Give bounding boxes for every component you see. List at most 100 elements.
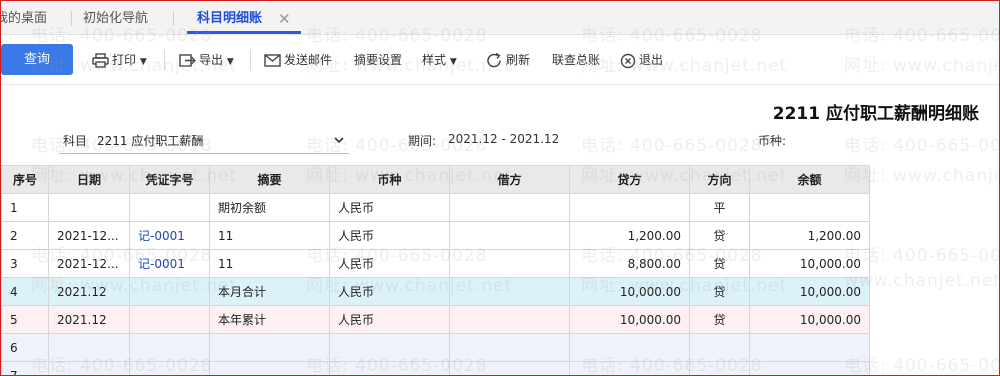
cell-debit bbox=[449, 277, 570, 306]
style-button[interactable]: 样式 ▼ bbox=[422, 50, 457, 70]
tab-subject-ledger[interactable]: 科目明细账 bbox=[197, 1, 262, 35]
cell-summary bbox=[209, 361, 330, 375]
refresh-icon bbox=[487, 53, 501, 68]
table-row[interactable]: 1 期初余额 人民币 平 bbox=[1, 193, 870, 222]
chevron-down-icon: ▼ bbox=[139, 57, 147, 67]
export-icon bbox=[179, 54, 196, 67]
tab-separator bbox=[173, 11, 174, 26]
cell-summary bbox=[209, 333, 330, 362]
cell-direction bbox=[689, 333, 750, 362]
cell-debit bbox=[449, 305, 570, 334]
cell-summary: 11 bbox=[209, 221, 330, 250]
close-icon[interactable]: ✕ bbox=[278, 10, 291, 28]
column-header[interactable]: 日期 bbox=[48, 165, 130, 194]
cell-direction: 贷 bbox=[689, 277, 750, 306]
cell-voucher bbox=[129, 361, 210, 375]
close-circle-icon bbox=[620, 53, 636, 68]
column-header[interactable]: 币种 bbox=[329, 165, 450, 194]
table-row[interactable]: 7 bbox=[1, 361, 870, 375]
tab-my-desktop[interactable]: 我的桌面 bbox=[1, 1, 47, 35]
refresh-button[interactable]: 刷新 bbox=[486, 50, 530, 70]
cell-currency: 人民币 bbox=[329, 305, 450, 334]
cell-no: 6 bbox=[1, 333, 49, 362]
cell-date: 2021-12... bbox=[48, 249, 130, 278]
cell-currency bbox=[329, 333, 450, 362]
cell-debit bbox=[449, 249, 570, 278]
table-row[interactable]: 2 2021-12... 记-0001 11 人民币 1,200.00 贷 1,… bbox=[1, 221, 870, 250]
cell-currency: 人民币 bbox=[329, 221, 450, 250]
query-button[interactable]: 查询 bbox=[1, 44, 73, 75]
table-row-year-total[interactable]: 5 2021.12 本年累计 人民币 10,000.00 贷 10,000.00 bbox=[1, 305, 870, 334]
exit-button[interactable]: 退出 bbox=[620, 50, 663, 70]
column-header[interactable]: 贷方 bbox=[569, 165, 690, 194]
mail-icon bbox=[264, 54, 281, 67]
cell-voucher[interactable] bbox=[129, 193, 210, 222]
export-button[interactable]: 导出 ▼ bbox=[179, 50, 234, 70]
tab-separator bbox=[71, 11, 72, 26]
cell-currency: 人民币 bbox=[329, 193, 450, 222]
table-row-month-total[interactable]: 4 2021.12 本月合计 人民币 10,000.00 贷 10,000.00 bbox=[1, 277, 870, 306]
cell-no: 1 bbox=[1, 193, 49, 222]
cell-summary: 本年累计 bbox=[209, 305, 330, 334]
cell-summary: 期初余额 bbox=[209, 193, 330, 222]
toolbar-divider bbox=[164, 50, 165, 70]
cell-currency bbox=[329, 361, 450, 375]
export-label: 导出 bbox=[199, 53, 224, 67]
watermark-text: 电话: 400-665-0028 bbox=[581, 136, 763, 156]
column-header[interactable]: 序号 bbox=[1, 165, 49, 194]
cell-debit bbox=[449, 333, 570, 362]
cell-voucher bbox=[129, 277, 210, 306]
summary-settings-button[interactable]: 摘要设置 bbox=[354, 50, 402, 70]
cell-currency: 人民币 bbox=[329, 277, 450, 306]
cell-direction: 贷 bbox=[689, 249, 750, 278]
watermark-text: 电话: 400-665-0028 bbox=[844, 136, 999, 156]
cell-no: 3 bbox=[1, 249, 49, 278]
print-button[interactable]: 打印 ▼ bbox=[92, 50, 147, 70]
period-value: 2021.12 - 2021.12 bbox=[448, 132, 560, 146]
cell-credit: 10,000.00 bbox=[569, 277, 690, 306]
subject-select[interactable]: 2211 应付职工薪酬 bbox=[59, 128, 349, 154]
cell-voucher[interactable]: 记-0001 bbox=[129, 249, 210, 278]
chevron-down-icon: ▼ bbox=[449, 57, 457, 67]
check-ledger-button[interactable]: 联查总账 bbox=[552, 50, 600, 70]
cell-date bbox=[48, 193, 130, 222]
cell-balance: 10,000.00 bbox=[749, 305, 870, 334]
print-label: 打印 bbox=[112, 53, 137, 67]
table-row[interactable]: 3 2021-12... 记-0001 11 人民币 8,800.00 贷 10… bbox=[1, 249, 870, 278]
column-header[interactable]: 余额 bbox=[749, 165, 870, 194]
refresh-label: 刷新 bbox=[506, 53, 531, 67]
tab-init-navigation[interactable]: 初始化导航 bbox=[83, 1, 148, 35]
send-mail-button[interactable]: 发送邮件 bbox=[264, 50, 332, 70]
cell-voucher bbox=[129, 305, 210, 334]
cell-balance bbox=[749, 361, 870, 375]
column-header[interactable]: 方向 bbox=[689, 165, 750, 194]
cell-date bbox=[48, 361, 130, 375]
cell-direction: 贷 bbox=[689, 305, 750, 334]
column-header[interactable]: 凭证字号 bbox=[129, 165, 210, 194]
cell-voucher[interactable]: 记-0001 bbox=[129, 221, 210, 250]
cell-direction: 平 bbox=[689, 193, 750, 222]
cell-direction: 贷 bbox=[689, 221, 750, 250]
column-header[interactable]: 借方 bbox=[449, 165, 570, 194]
cell-balance: 10,000.00 bbox=[749, 249, 870, 278]
cell-balance bbox=[749, 193, 870, 222]
toolbar-divider bbox=[250, 50, 251, 70]
cell-debit bbox=[449, 361, 570, 375]
column-header[interactable]: 摘要 bbox=[209, 165, 330, 194]
toolbar: 查询 打印 ▼ 导出 ▼ 发送邮件 摘要设置 样式 ▼ 刷新 联查总账 退出 bbox=[1, 35, 999, 85]
report-title: 2211 应付职工薪酬明细账 bbox=[772, 104, 979, 124]
window-frame: 我的桌面 初始化导航 科目明细账 ✕ 查询 打印 ▼ 导出 ▼ 发送邮件 摘要设… bbox=[0, 0, 1000, 376]
table-row[interactable]: 6 bbox=[1, 333, 870, 362]
cell-no: 2 bbox=[1, 221, 49, 250]
cell-voucher bbox=[129, 333, 210, 362]
cell-summary: 11 bbox=[209, 249, 330, 278]
cell-credit bbox=[569, 193, 690, 222]
subject-value: 2211 应付职工薪酬 bbox=[97, 134, 204, 148]
cell-no: 4 bbox=[1, 277, 49, 306]
tab-bar: 我的桌面 初始化导航 科目明细账 ✕ bbox=[1, 1, 999, 35]
style-label: 样式 bbox=[422, 53, 447, 67]
cell-date: 2021-12... bbox=[48, 221, 130, 250]
cell-credit bbox=[569, 361, 690, 375]
cell-balance bbox=[749, 333, 870, 362]
chevron-down-icon bbox=[334, 137, 344, 144]
